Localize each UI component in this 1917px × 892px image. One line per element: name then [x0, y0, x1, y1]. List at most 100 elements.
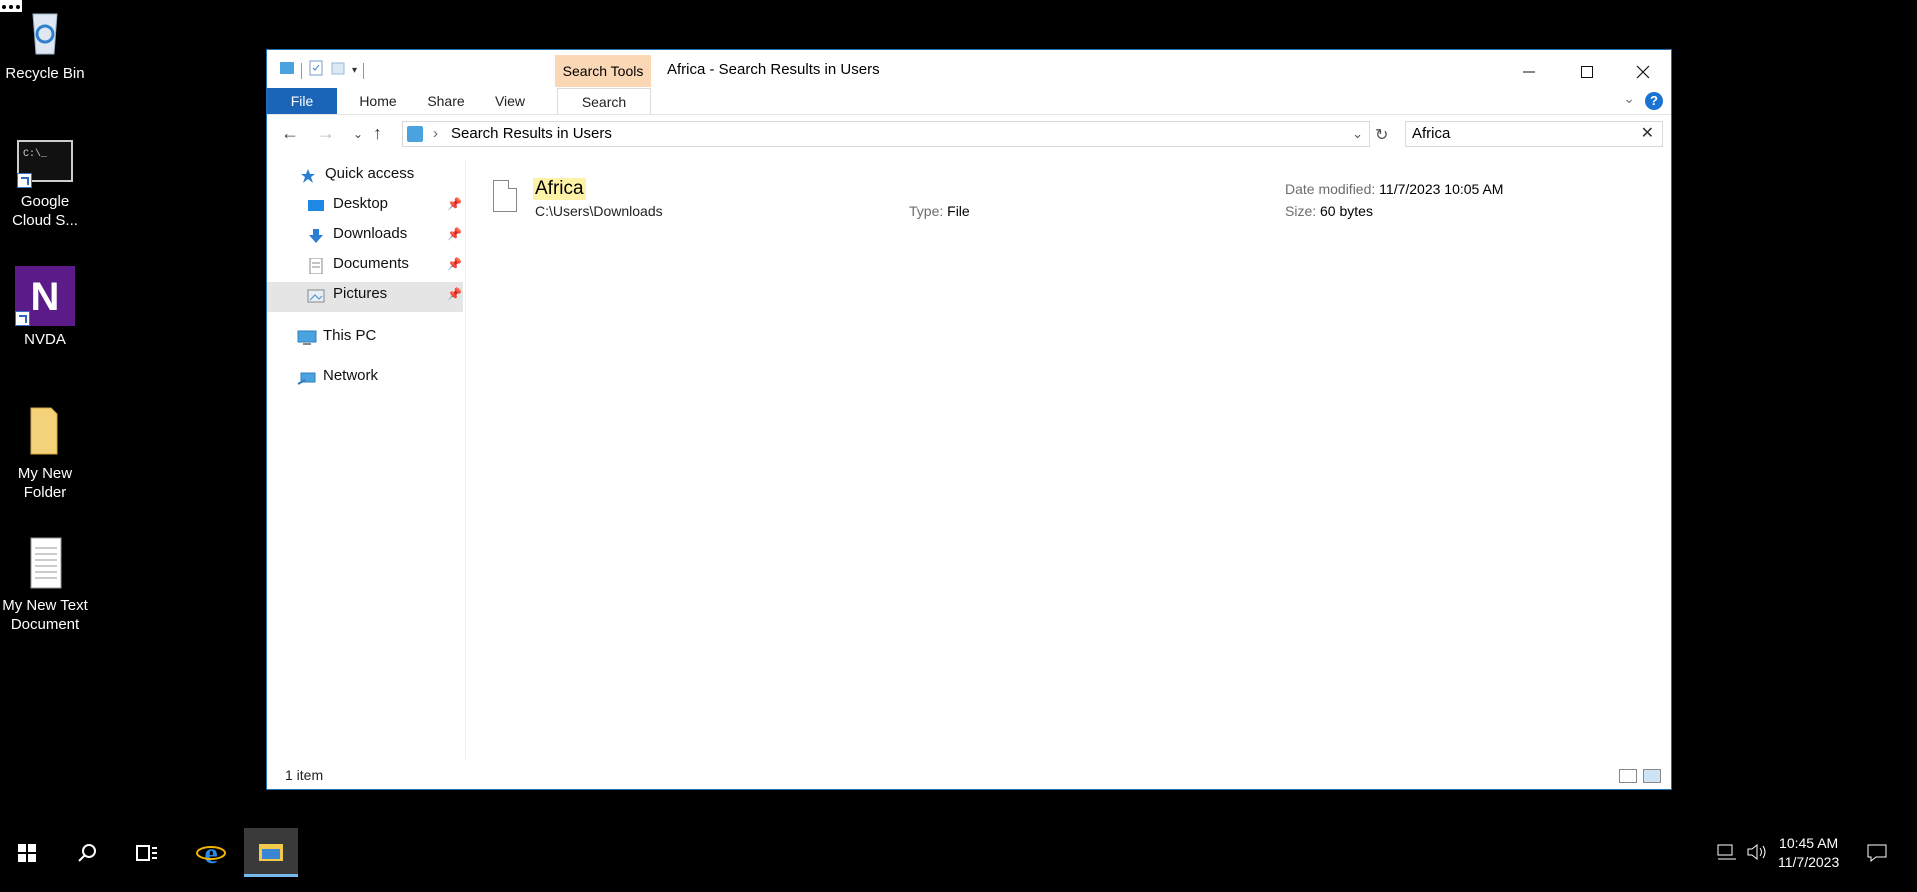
desktop-icon: [307, 196, 325, 212]
notification-icon: [1867, 844, 1887, 863]
file-explorer-icon: [259, 844, 283, 861]
taskbar: e 10:45 AM 11/7/2023: [0, 828, 1917, 877]
internet-explorer-button[interactable]: e: [184, 828, 238, 877]
size-value: 60 bytes: [1320, 203, 1373, 219]
search-button[interactable]: [60, 828, 114, 877]
explorer-app-icon: [279, 60, 295, 81]
start-button[interactable]: [0, 828, 54, 877]
properties-icon[interactable]: [308, 60, 324, 81]
clear-search-icon[interactable]: ✕: [1641, 122, 1654, 146]
navigation-pane: Quick access Desktop 📌 Downloads 📌 Docum…: [267, 160, 463, 759]
separator: [363, 62, 365, 79]
refresh-icon[interactable]: ↻: [1375, 125, 1388, 145]
result-size: Size: 60 bytes: [1285, 203, 1373, 219]
list-item[interactable]: Africa C:\Users\Downloads Type: File Dat…: [493, 178, 1671, 238]
svg-text:C:\_: C:\_: [23, 148, 48, 160]
result-file-path: C:\Users\Downloads: [535, 203, 663, 219]
view-buttons: [1619, 769, 1661, 783]
star-icon: [299, 166, 317, 183]
search-results-folder-icon: [407, 126, 423, 142]
sidebar-item-label: Desktop: [333, 195, 389, 212]
network-tray-icon[interactable]: [1716, 843, 1738, 892]
breadcrumb-separator: ›: [433, 125, 438, 142]
customize-qat-icon[interactable]: ▾: [352, 65, 357, 76]
address-dropdown-icon[interactable]: ⌄: [1352, 122, 1363, 146]
nvda-icon: N: [15, 266, 75, 326]
separator: [301, 62, 302, 79]
minimize-button[interactable]: [1505, 56, 1553, 88]
desktop-icon-label: My New Text Document: [2, 597, 88, 633]
desktop-icon-recycle-bin[interactable]: Recycle Bin: [0, 4, 90, 83]
sidebar-item-label: Pictures: [333, 285, 388, 302]
pin-icon[interactable]: 📌: [447, 220, 462, 248]
sidebar-item-desktop[interactable]: Desktop 📌: [307, 190, 463, 218]
recent-locations-chevron-icon[interactable]: ⌄: [353, 127, 363, 141]
desktop-icon-label: NVDA: [24, 331, 66, 348]
search-input[interactable]: Africa ✕: [1405, 121, 1663, 147]
navigation-bar: ← → ⌄ ↑ › Search Results in Users ⌄ ↻ Af…: [267, 114, 1671, 155]
pin-icon[interactable]: 📌: [447, 280, 462, 308]
desktop-icon-google-cloud[interactable]: C:\_ Google Cloud S...: [0, 140, 90, 230]
desktop-icon-label: My New Folder: [17, 465, 73, 501]
desktop-icon-my-new-text-document[interactable]: My New Text Document: [0, 536, 90, 634]
svg-text:N: N: [31, 275, 60, 319]
large-icons-view-icon[interactable]: [1643, 769, 1661, 783]
type-label: Type:: [909, 203, 944, 219]
sidebar-item-pictures[interactable]: Pictures 📌: [307, 280, 463, 308]
expand-ribbon-chevron-icon[interactable]: ⌄: [1623, 90, 1635, 107]
recycle-bin-icon: [17, 4, 73, 60]
back-button[interactable]: ←: [281, 123, 299, 144]
sidebar-item-documents[interactable]: Documents 📌: [307, 250, 463, 278]
type-value: File: [947, 203, 970, 219]
sidebar-item-quick-access[interactable]: Quick access: [299, 160, 414, 188]
new-folder-icon[interactable]: [330, 60, 346, 81]
sidebar-item-this-pc[interactable]: This PC: [297, 322, 376, 350]
pin-icon[interactable]: 📌: [447, 190, 462, 218]
maximize-button[interactable]: [1563, 56, 1611, 88]
folder-icon: [17, 404, 73, 460]
notifications-button[interactable]: [1866, 843, 1888, 892]
sidebar-item-label: Quick access: [325, 165, 415, 182]
result-date-modified: Date modified: 11/7/2023 10:05 AM: [1285, 181, 1503, 197]
tab-file[interactable]: File: [267, 88, 337, 114]
clock-date: 11/7/2023: [1778, 854, 1840, 870]
result-file-type: Type: File: [909, 203, 970, 219]
tab-share[interactable]: Share: [417, 88, 475, 114]
ribbon-tabs: File Home Share View Search: [267, 88, 1671, 114]
internet-explorer-icon: e: [196, 838, 226, 868]
desktop-icon-label: Google Cloud S...: [12, 193, 78, 229]
volume-tray-icon[interactable]: [1746, 842, 1768, 891]
help-button[interactable]: ?: [1645, 92, 1663, 110]
system-clock[interactable]: 10:45 AM 11/7/2023: [1778, 834, 1839, 872]
desktop-icon-nvda[interactable]: N NVDA: [0, 266, 90, 349]
file-explorer-taskbar-button[interactable]: [244, 828, 298, 877]
tab-home[interactable]: Home: [349, 88, 407, 114]
pane-divider[interactable]: [465, 160, 466, 759]
terminal-icon: C:\_: [17, 140, 73, 188]
sidebar-item-downloads[interactable]: Downloads 📌: [307, 220, 463, 248]
svg-text:e: e: [204, 838, 217, 868]
pin-icon[interactable]: 📌: [447, 250, 462, 278]
forward-button[interactable]: →: [317, 123, 335, 144]
search-tools-context-tab: Search Tools: [555, 55, 651, 87]
status-item-count: 1 item: [285, 767, 324, 783]
up-button[interactable]: ↑: [373, 123, 382, 144]
date-modified-value: 11/7/2023 10:05 AM: [1379, 181, 1504, 197]
sidebar-item-network[interactable]: Network: [297, 362, 378, 390]
sidebar-item-label: Downloads: [333, 225, 408, 242]
address-bar[interactable]: › Search Results in Users ⌄: [402, 121, 1370, 147]
breadcrumb-search-results[interactable]: Search Results in Users: [451, 122, 612, 146]
result-file-name[interactable]: Africa: [533, 178, 586, 200]
tab-view[interactable]: View: [485, 88, 535, 114]
desktop-icon-my-new-folder[interactable]: My New Folder: [0, 404, 90, 502]
details-view-icon[interactable]: [1619, 769, 1637, 783]
search-icon: [78, 843, 96, 862]
task-view-button[interactable]: [120, 828, 174, 877]
tab-search[interactable]: Search: [557, 88, 651, 114]
quick-access-toolbar: ▾: [279, 60, 365, 81]
search-input-value: Africa: [1412, 125, 1451, 142]
downloads-icon: [307, 226, 325, 243]
close-button[interactable]: [1619, 56, 1667, 88]
network-icon: [297, 368, 316, 385]
windows-icon: [18, 843, 36, 862]
